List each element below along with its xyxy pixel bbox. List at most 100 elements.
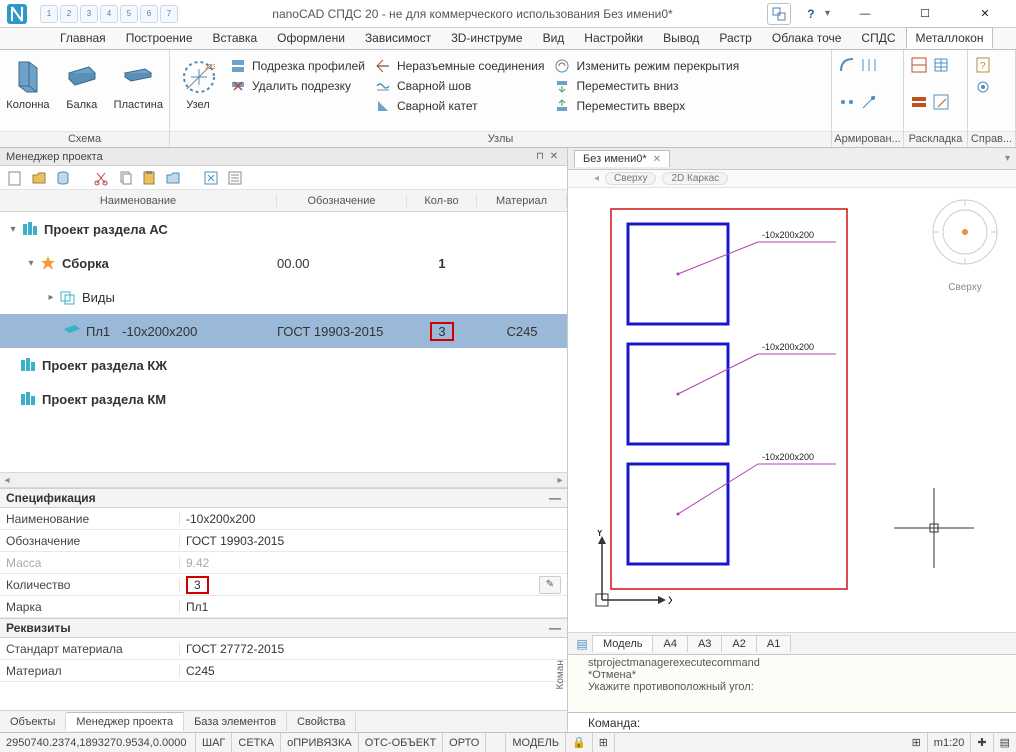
weld-seam-button[interactable]: Сварной шов xyxy=(375,78,545,94)
mtab-model[interactable]: Модель xyxy=(592,635,653,652)
status-model[interactable]: МОДЕЛЬ xyxy=(506,733,566,752)
doc-close-icon[interactable]: ✕ xyxy=(653,154,661,165)
tree-row-assembly[interactable]: ▾ Сборка 00.00 1 xyxy=(0,246,567,280)
help-doc-icon[interactable]: ? xyxy=(974,56,992,74)
pm-db-icon[interactable] xyxy=(54,169,72,187)
status-coords[interactable]: 2950740.2374,1893270.9534,0.0000 xyxy=(0,733,196,752)
layout-1-icon[interactable] xyxy=(910,56,928,74)
req-row-mat[interactable]: МатериалС245 xyxy=(0,660,567,682)
view-cube[interactable]: Сверху xyxy=(924,194,1006,294)
help-icon[interactable]: ? xyxy=(801,7,821,21)
qat-6[interactable]: 6 xyxy=(140,5,158,23)
doc-tab[interactable]: Без имени0*✕ xyxy=(574,150,670,167)
btab-db[interactable]: База элементов xyxy=(184,713,287,731)
tab-pointclouds[interactable]: Облака точе xyxy=(762,27,852,49)
status-more-icon[interactable]: ▤ xyxy=(994,733,1016,752)
tab-metal[interactable]: Металлокон xyxy=(906,27,994,49)
qat-5[interactable]: 5 xyxy=(120,5,138,23)
tree-row-views[interactable]: ▸ Виды xyxy=(0,280,567,314)
th-qty[interactable]: Кол-во xyxy=(407,195,477,207)
column-button[interactable]: Колонна xyxy=(6,54,50,111)
pin-icon[interactable]: ⊓ xyxy=(533,151,547,162)
profile-trim-button[interactable]: Подрезка профилей xyxy=(230,58,365,74)
edit-icon[interactable]: ✎ xyxy=(539,576,561,594)
delete-trim-button[interactable]: Удалить подрезку xyxy=(230,78,365,94)
tab-constraints[interactable]: Зависимост xyxy=(355,27,441,49)
overlap-mode-button[interactable]: Изменить режим перекрытия xyxy=(554,58,739,74)
status-scale[interactable]: m1:20 xyxy=(928,733,972,752)
tab-construct[interactable]: Построение xyxy=(116,27,203,49)
rebar-leader-icon[interactable] xyxy=(860,93,878,111)
qat-3[interactable]: 3 xyxy=(80,5,98,23)
pm-cut-icon[interactable] xyxy=(92,169,110,187)
spec-row-name[interactable]: Наименование-10x200x200 xyxy=(0,508,567,530)
rebar-cut-icon[interactable] xyxy=(838,93,856,111)
qat-1[interactable]: 1 xyxy=(40,5,58,23)
req-row-std[interactable]: Стандарт материалаГОСТ 27772-2015 xyxy=(0,638,567,660)
tree-row-project-kzh[interactable]: Проект раздела КЖ xyxy=(0,348,567,382)
pm-hscrollbar[interactable]: ◂▸ xyxy=(0,472,567,488)
maximize-button[interactable]: ☐ xyxy=(902,4,948,24)
minimize-button[interactable]: — xyxy=(842,4,888,24)
plate-button[interactable]: Пластина xyxy=(114,54,163,111)
vtab-top[interactable]: Сверху xyxy=(605,172,656,185)
drawing-canvas[interactable]: Сверху -10x200x200 -10x200x200 -10x200x2… xyxy=(568,188,1016,632)
tab-home[interactable]: Главная xyxy=(50,27,116,49)
status-otrack[interactable]: ОТС-ОБЪЕКТ xyxy=(359,733,443,752)
tab-insert[interactable]: Вставка xyxy=(203,27,268,49)
pm-copy-icon[interactable] xyxy=(116,169,134,187)
spec-row-code[interactable]: ОбозначениеГОСТ 19903-2015 xyxy=(0,530,567,552)
status-grid-icon[interactable]: ⊞ xyxy=(906,733,928,752)
mtab-a3[interactable]: A3 xyxy=(687,635,722,652)
command-log[interactable]: Коман stprojectmanagerexecutecommand *От… xyxy=(568,654,1016,712)
th-material[interactable]: Материал xyxy=(477,195,567,207)
tree-row-project-as[interactable]: ▾ Проект раздела АС xyxy=(0,212,567,246)
settings-gear-icon[interactable] xyxy=(974,78,992,96)
status-osnap[interactable]: оПРИВЯЗКА xyxy=(281,733,359,752)
pm-open-icon[interactable] xyxy=(30,169,48,187)
command-line[interactable]: Команда: xyxy=(568,712,1016,732)
status-lock-icon[interactable]: 🔒 xyxy=(566,733,593,752)
th-name[interactable]: Наименование xyxy=(0,195,277,207)
spec-row-mark[interactable]: МаркаПл1 xyxy=(0,596,567,618)
nav-prev-icon[interactable]: ◂ xyxy=(594,173,599,184)
rebar-icon[interactable] xyxy=(838,56,856,74)
tab-settings[interactable]: Настройки xyxy=(574,27,653,49)
qat-7[interactable]: 7 xyxy=(160,5,178,23)
move-up-button[interactable]: Переместить вверх xyxy=(554,98,739,114)
pm-close-icon[interactable]: ✕ xyxy=(547,151,561,162)
weld-leg-button[interactable]: Сварной катет xyxy=(375,98,545,114)
doc-dropdown-icon[interactable]: ▾ xyxy=(1005,153,1016,164)
pm-list-icon[interactable] xyxy=(226,169,244,187)
mtab-a4[interactable]: A4 xyxy=(652,635,687,652)
qat-2[interactable]: 2 xyxy=(60,5,78,23)
help-dropdown[interactable]: ▾ xyxy=(825,8,830,19)
tab-3d[interactable]: 3D-инструме xyxy=(441,27,533,49)
btab-props[interactable]: Свойства xyxy=(287,713,356,731)
status-plus-icon[interactable]: ✚ xyxy=(971,733,993,752)
mtab-a1[interactable]: A1 xyxy=(756,635,791,652)
pm-folder-icon[interactable] xyxy=(164,169,182,187)
btab-objects[interactable]: Объекты xyxy=(0,713,66,731)
status-snap[interactable]: ШАГ xyxy=(196,733,232,752)
fixed-joints-button[interactable]: Неразъемные соединения xyxy=(375,58,545,74)
search-icon[interactable] xyxy=(767,3,791,25)
layout-4-icon[interactable] xyxy=(932,93,950,111)
layout-menu-icon[interactable]: ▤ xyxy=(572,637,592,651)
status-grid[interactable]: СЕТКА xyxy=(232,733,281,752)
spec-row-qty[interactable]: Количество3✎ xyxy=(0,574,567,596)
req-header[interactable]: Реквизиты— xyxy=(0,618,567,638)
pm-paste-icon[interactable] xyxy=(140,169,158,187)
tab-output[interactable]: Вывод xyxy=(653,27,709,49)
layout-2-icon[interactable] xyxy=(932,56,950,74)
tab-annotate[interactable]: Оформлени xyxy=(267,27,355,49)
tree-row-project-km[interactable]: Проект раздела КМ xyxy=(0,382,567,416)
collapse-icon[interactable]: — xyxy=(549,491,561,505)
rebar-mesh-icon[interactable] xyxy=(860,56,878,74)
pm-refresh-icon[interactable] xyxy=(202,169,220,187)
qty-highlight[interactable]: 3 xyxy=(186,576,209,594)
qat-4[interactable]: 4 xyxy=(100,5,118,23)
mtab-a2[interactable]: A2 xyxy=(721,635,756,652)
tree-row-pl1[interactable]: Пл1 -10x200x200 ГОСТ 19903-2015 3 С245 xyxy=(0,314,567,348)
vtab-2d[interactable]: 2D Каркас xyxy=(662,172,728,185)
